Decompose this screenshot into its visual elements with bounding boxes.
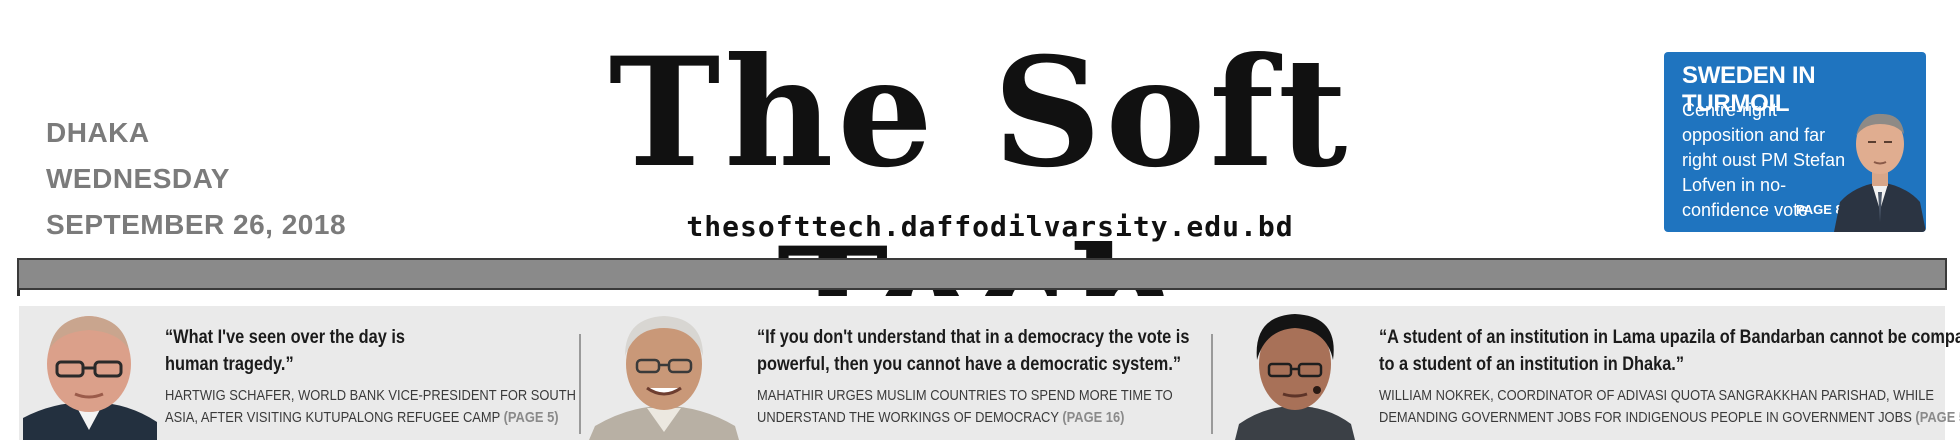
attribution-line-2: UNDERSTAND THE WORKINGS OF DEMOCRACY (PA… (757, 407, 1124, 429)
attribution-line-1: WILLIAM NOKREK, COORDINATOR OF ADIVASI Q… (1379, 387, 1935, 404)
quote-divider (1211, 334, 1213, 434)
masthead-url[interactable]: thesofttech.daffodilvarsity.edu.bd (620, 210, 1360, 243)
attribution-line-1: HARTWIG SCHAFER, WORLD BANK VICE-PRESIDE… (165, 387, 576, 404)
dateline: DHAKA WEDNESDAY SEPTEMBER 26, 2018 (46, 110, 346, 248)
quotes-strip-background: “What I've seen over the day is human tr… (19, 306, 1960, 440)
attribution-text: DEMANDING GOVERNMENT JOBS FOR INDIGENOUS… (1379, 409, 1912, 426)
attribution-line-2: DEMANDING GOVERNMENT JOBS FOR INDIGENOUS… (1379, 407, 1960, 429)
quotes-strip: “What I've seen over the day is human tr… (17, 296, 1960, 446)
quote-line-2: powerful, then you cannot have a democra… (757, 354, 1182, 375)
promo-portrait-photo (1834, 113, 1926, 232)
dateline-weekday: WEDNESDAY (46, 163, 230, 194)
attribution-line-1: MAHATHIR URGES MUSLIM COUNTRIES TO SPEND… (757, 387, 1173, 404)
quote-line-2: to a student of an institution in Dhaka.… (1379, 354, 1685, 375)
promo-box[interactable]: SWEDEN IN TURMOIL Centre-right oppositio… (1664, 52, 1926, 232)
quote-line-1: “What I've seen over the day is (165, 327, 405, 348)
quote-divider (579, 334, 581, 434)
page-reference: (PAGE 16) (1062, 409, 1125, 426)
quote-portrait-photo (23, 316, 157, 440)
quote-portrait-photo (1235, 314, 1355, 440)
attribution-line-2: ASIA, AFTER VISITING KUTUPALONG REFUGEE … (165, 407, 559, 429)
quote-line-1: “If you don't understand that in a democ… (757, 327, 1190, 348)
dateline-city: DHAKA (46, 117, 150, 148)
quote-line-1: “A student of an institution in Lama upa… (1379, 327, 1960, 348)
quote-item[interactable]: “A student of an institution in Lama upa… (1229, 306, 1960, 440)
section-bar (17, 258, 1947, 290)
quote-portrait-photo (589, 316, 739, 440)
attribution-text: UNDERSTAND THE WORKINGS OF DEMOCRACY (757, 409, 1059, 426)
quote-item[interactable]: “What I've seen over the day is human tr… (19, 306, 579, 440)
page-reference: (PAGE 5) (503, 409, 559, 426)
page-reference: (PAGE 5) (1915, 409, 1960, 426)
quote-line-2: human tragedy.” (165, 354, 294, 375)
attribution-text: ASIA, AFTER VISITING KUTUPALONG REFUGEE … (165, 409, 500, 426)
quote-item[interactable]: “If you don't understand that in a democ… (589, 306, 1209, 440)
dateline-date: SEPTEMBER 26, 2018 (46, 209, 347, 240)
